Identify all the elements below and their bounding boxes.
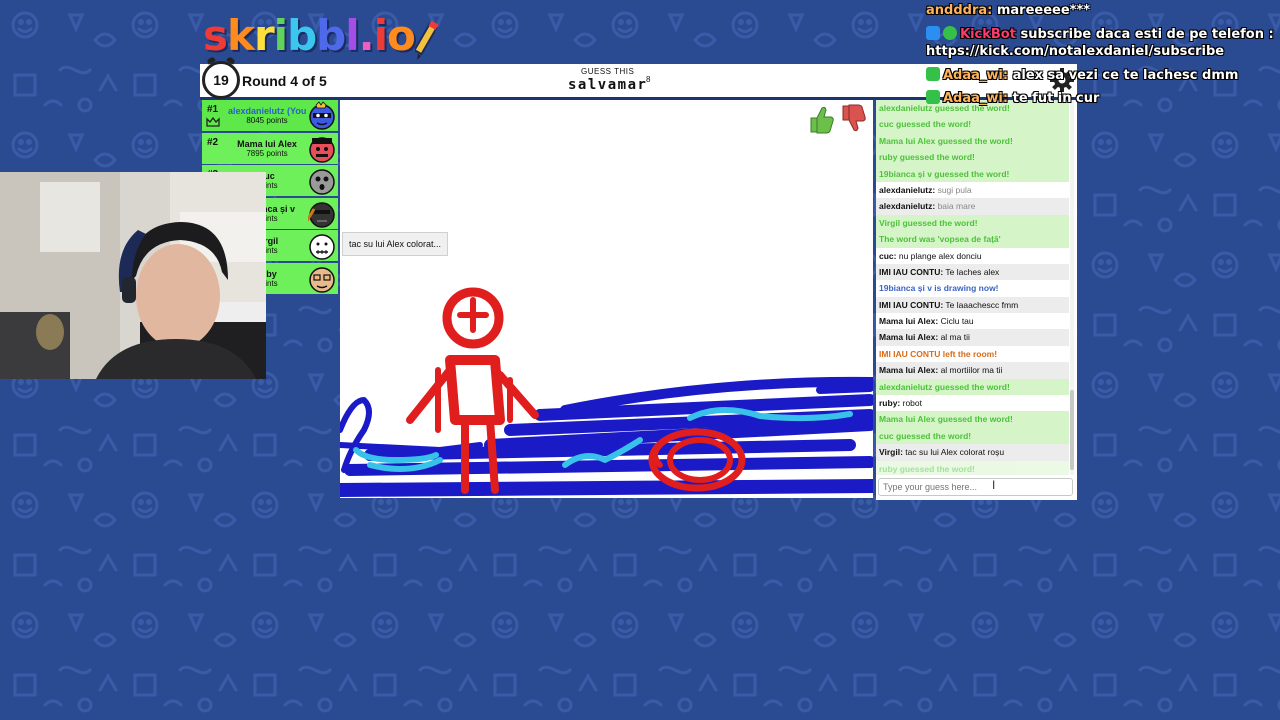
chat-username: Mama lui Alex: bbox=[879, 365, 939, 376]
chat-message: IMI IAU CONTU: Te laches alex bbox=[876, 263, 1069, 281]
stream-chat-message: Adaa_wi: alex sa vezi ce te lachesc dmm bbox=[926, 67, 1238, 83]
player-rank: #1 bbox=[207, 104, 219, 115]
stream-chat-username: andddra: bbox=[926, 3, 993, 18]
chat-text: sugi pula bbox=[935, 184, 972, 195]
chat-username: IMI IAU CONTU: bbox=[879, 299, 944, 310]
chat-message: Mama lui Alex: al ma tii bbox=[876, 329, 1069, 346]
chat-messages: alexdanielutz guessed the word! cuc guess… bbox=[876, 100, 1069, 475]
verified-badge-icon bbox=[943, 26, 957, 40]
drawing-canvas[interactable] bbox=[340, 100, 873, 498]
chat-text: al mortiilor ma tii bbox=[938, 365, 1003, 376]
stream-chat-text: alex sa vezi ce te lachesc dmm bbox=[1008, 68, 1239, 83]
timer-value: 19 bbox=[213, 72, 229, 88]
player-points: 7895 points bbox=[246, 148, 288, 158]
player-avatar bbox=[309, 136, 335, 163]
player-drawing bbox=[340, 287, 873, 497]
chat-message: Mama lui Alex guessed the word! bbox=[876, 132, 1069, 150]
webcam-feed bbox=[0, 172, 266, 379]
stream-chat-text: mareeeee*** bbox=[992, 3, 1091, 18]
chat-username: Mama lui Alex: bbox=[879, 316, 939, 327]
skribbl-logo: skribbl.io bbox=[203, 11, 441, 60]
chat-text: nu plange alex donciu bbox=[896, 250, 982, 261]
guess-this-label: GUESS THIS bbox=[581, 67, 635, 76]
chat-message: cuc guessed the word! bbox=[876, 116, 1069, 133]
player-avatar bbox=[309, 234, 335, 260]
chat-message: Mama lui Alex: Ciclu tau bbox=[876, 313, 1069, 329]
chat-username: Mama lui Alex: bbox=[879, 332, 939, 343]
chat-message: ruby guessed the word! bbox=[876, 460, 1069, 475]
stream-chat-text: subscribe daca esti de pe telefon : bbox=[1015, 27, 1274, 42]
chat-message: ruby: robot bbox=[876, 395, 1069, 411]
chat-text: baia mare bbox=[935, 201, 976, 212]
text-cursor-icon: I bbox=[992, 478, 996, 492]
player-row[interactable]: #1 alexdanielutz (You) 8045 points bbox=[202, 100, 338, 131]
stream-chat-message: andddra: mareeeee*** bbox=[926, 3, 1090, 18]
chat-message: alexdanielutz guessed the word! bbox=[876, 378, 1069, 396]
chat-username: alexdanielutz: bbox=[879, 184, 936, 195]
stream-chat-message: KickBot subscribe daca esti de pe telefo… bbox=[926, 26, 1274, 42]
chat-username: ruby: bbox=[879, 398, 901, 409]
player-name: Mama lui Alex bbox=[237, 138, 297, 149]
chat-username: cuc: bbox=[879, 250, 897, 261]
chat-message: IMI IAU CONTU: Te laaachescc fmm bbox=[876, 296, 1069, 314]
chat-text: Te laaachescc fmm bbox=[943, 299, 1019, 310]
player-name: alexdanielutz (You) bbox=[228, 106, 306, 116]
chat-message: 19bianca și v guessed the word! bbox=[876, 165, 1069, 182]
stream-chat-username: Adaa_wi: bbox=[943, 68, 1009, 83]
chat-username: IMI IAU CONTU: bbox=[879, 266, 944, 277]
round-indicator: Round 4 of 5 bbox=[242, 73, 327, 89]
chat-message: cuc: nu plange alex donciu bbox=[876, 248, 1069, 264]
player-avatar bbox=[309, 266, 335, 293]
chat-text: tac su lui Alex colorat roșu bbox=[902, 447, 1005, 458]
chat-message: IMI IAU CONTU left the room! bbox=[879, 348, 998, 359]
stream-chat-link: https://kick.com/notalexdaniel/subscribe bbox=[926, 44, 1225, 59]
stream-chat-username: Adaa_wi: bbox=[943, 91, 1009, 106]
player-row[interactable]: #2 Mama lui Alex 7895 points bbox=[202, 132, 338, 164]
chat-message: Virgil: tac su lui Alex colorat roșu bbox=[876, 444, 1069, 461]
chat-scroll-thumb[interactable] bbox=[1070, 390, 1074, 470]
chat-message: alexdanielutz: baia mare bbox=[876, 198, 1069, 215]
chat-scrollbar[interactable] bbox=[1070, 100, 1074, 475]
stream-chat-username: KickBot bbox=[960, 27, 1016, 42]
chat-message: alexdanielutz: sugi pula bbox=[876, 182, 1069, 198]
chat-text: robot bbox=[900, 398, 922, 409]
chat-message: cuc guessed the word! bbox=[876, 427, 1069, 445]
stream-chat-message: Adaa_wi: te fut in cur bbox=[926, 90, 1099, 106]
timer-clock: 19 bbox=[202, 61, 240, 99]
chat-username: alexdanielutz: bbox=[879, 201, 936, 212]
subscriber-badge-icon bbox=[926, 67, 940, 81]
kick-badge-icon bbox=[926, 26, 940, 40]
subscriber-badge-icon bbox=[926, 90, 940, 104]
chat-message: The word was 'vopsea de față' bbox=[876, 231, 1069, 248]
player-points: 8045 points bbox=[246, 116, 288, 125]
chat-username: Virgil: bbox=[879, 447, 903, 458]
chat-text: Ciclu tau bbox=[938, 316, 974, 327]
crown-icon bbox=[206, 117, 220, 127]
player-avatar bbox=[308, 201, 335, 228]
chat-message: Mama lui Alex: al mortiilor ma tii bbox=[876, 362, 1069, 379]
chat-text: al ma tii bbox=[938, 332, 970, 343]
guess-input[interactable] bbox=[878, 478, 1073, 496]
chat-message: ruby guessed the word! bbox=[876, 149, 1069, 166]
player-rank: #2 bbox=[207, 136, 219, 148]
player-avatar bbox=[309, 169, 335, 195]
player-avatar bbox=[309, 101, 335, 130]
chat-message: Virgil guessed the word! bbox=[876, 214, 1069, 232]
chat-message: 19bianca și v is drawing now! bbox=[879, 283, 999, 294]
chat-text: Te laches alex bbox=[943, 266, 1000, 277]
word-length: 8 bbox=[646, 75, 651, 84]
word-to-guess: salvamar bbox=[568, 77, 648, 93]
stream-chat-text: te fut in cur bbox=[1008, 91, 1100, 106]
chat-message: Mama lui Alex guessed the word! bbox=[876, 411, 1069, 428]
chat-message-tooltip: tac su lui Alex colorat... bbox=[342, 232, 449, 256]
pencil-icon bbox=[414, 20, 439, 60]
chat-panel: alexdanielutz guessed the word! cuc guess… bbox=[876, 100, 1077, 500]
